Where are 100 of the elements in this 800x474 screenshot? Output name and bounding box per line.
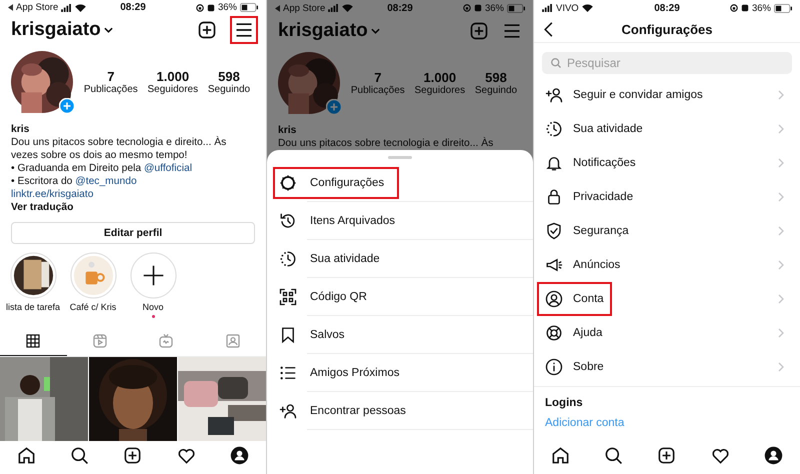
stat-value[interactable]: 1.000: [424, 70, 456, 85]
bio-text: Dou uns pitacos sobre tecnologia e direito... Às: [278, 137, 494, 150]
new-dot: [152, 315, 154, 318]
chevron-right-icon: [778, 158, 784, 168]
wifi-icon: [582, 4, 593, 12]
battery-percent: 36%: [218, 2, 237, 14]
reels-icon: [92, 332, 108, 349]
tagged-icon: [224, 332, 241, 349]
menu-button[interactable]: [230, 16, 258, 44]
back-icon[interactable]: [544, 22, 553, 36]
menu-item[interactable]: Amigos Próximos: [267, 354, 533, 392]
settings-item-label: Notificações: [573, 157, 636, 169]
add-person-icon: [279, 402, 297, 420]
settings-item[interactable]: Seguir e convidar amigos: [534, 78, 800, 112]
signal-icon: [542, 4, 553, 12]
info-icon: [545, 358, 563, 376]
stat-label[interactable]: Seguindo: [474, 85, 518, 96]
bio-text: Dou uns pitacos sobre tecnologia e direito... Às vezes sobre os dois ao mesmo tempo!: [11, 136, 228, 162]
home-icon[interactable]: [17, 446, 36, 465]
menu-item-label: Salvos: [310, 329, 345, 341]
chevron-down-icon[interactable]: [104, 27, 113, 34]
add-story-badge[interactable]: [59, 98, 75, 114]
stat-label[interactable]: Seguidores: [148, 84, 198, 95]
menu-item-label: Configurações: [310, 177, 384, 189]
bio-text: • Graduanda em Direito pela @uffoficial: [11, 162, 194, 175]
chevron-right-icon: [778, 260, 784, 270]
menu-item[interactable]: Salvos: [267, 316, 533, 354]
mention-link[interactable]: @tec_mundo: [75, 176, 137, 187]
add-person-icon: [545, 86, 563, 104]
settings-item-label: Sobre: [573, 361, 604, 373]
history-icon: [279, 212, 297, 230]
stat-label[interactable]: Seguidores: [414, 85, 466, 96]
person-circle-icon: [545, 290, 563, 308]
menu-item-label: Encontrar pessoas: [310, 405, 406, 417]
search-field[interactable]: Pesquisar: [542, 52, 792, 74]
carrier-name: VIVO: [556, 2, 579, 14]
menu-item[interactable]: Código QR: [267, 278, 533, 316]
stat-label[interactable]: Seguindo: [208, 84, 250, 95]
rotation-lock-icon: [730, 4, 738, 12]
settings-item[interactable]: Conta: [534, 282, 800, 316]
back-app-label[interactable]: App Store: [283, 2, 326, 14]
menu-item[interactable]: Sua atividade: [267, 240, 533, 278]
qr-code-icon: [279, 288, 297, 306]
search-icon[interactable]: [604, 446, 624, 464]
bio-link[interactable]: linktr.ee/krisgaiato: [11, 188, 94, 200]
mention-link[interactable]: @uffoficial: [144, 162, 192, 174]
shield-icon: [545, 222, 563, 240]
status-time: 08:29: [387, 2, 413, 14]
gear-icon: [279, 174, 297, 192]
bookmark-icon: [279, 326, 297, 344]
highlight-label[interactable]: Café c/ Kris: [70, 302, 116, 312]
menu-item[interactable]: Encontrar pessoas: [267, 392, 533, 430]
settings-item-label: Seguir e convidar amigos: [573, 89, 703, 101]
new-highlight-button[interactable]: [130, 252, 176, 300]
stat-label[interactable]: Publicações: [350, 85, 405, 96]
stat-label[interactable]: Publicações: [84, 84, 138, 95]
chevron-right-icon: [778, 294, 784, 304]
search-icon[interactable]: [70, 446, 90, 465]
new-post-icon[interactable]: [657, 446, 676, 464]
chevron-right-icon: [778, 328, 784, 338]
username[interactable]: krisgaiato: [11, 19, 101, 42]
settings-item[interactable]: Ajuda: [534, 316, 800, 350]
translate-link[interactable]: Ver tradução: [11, 200, 255, 214]
back-app-label[interactable]: App Store: [16, 2, 58, 14]
stat-value[interactable]: 7: [374, 70, 382, 85]
highlight-label[interactable]: Novo: [142, 302, 164, 312]
chevron-right-icon: [778, 192, 784, 202]
settings-item[interactable]: Sobre: [534, 350, 800, 384]
stat-value[interactable]: 7: [107, 68, 114, 84]
settings-item[interactable]: Notificações: [534, 146, 800, 180]
menu-item[interactable]: Itens Arquivados: [267, 202, 533, 240]
settings-item[interactable]: Privacidade: [534, 180, 800, 214]
screen-title: Configurações: [621, 22, 712, 36]
new-post-icon[interactable]: [197, 20, 217, 40]
clock-icon: [279, 250, 297, 268]
stat-value[interactable]: 598: [485, 70, 507, 85]
highlight-label[interactable]: lista de tarefa: [6, 302, 60, 312]
section-heading: Logins: [544, 396, 584, 409]
settings-item-label: Conta: [573, 293, 604, 305]
home-icon[interactable]: [551, 446, 570, 464]
wifi-icon: [342, 4, 354, 12]
battery-icon: [774, 4, 792, 12]
search-icon: [550, 57, 562, 69]
stat-value[interactable]: 1.000: [156, 68, 190, 84]
status-time: 08:29: [654, 2, 680, 14]
profile-icon[interactable]: [764, 446, 783, 464]
wifi-icon: [75, 4, 86, 12]
sheet-handle[interactable]: [388, 156, 412, 159]
settings-item-label: Segurança: [573, 225, 629, 237]
chevron-right-icon: [778, 226, 784, 236]
profile-icon[interactable]: [230, 446, 249, 465]
settings-item[interactable]: Sua atividade: [534, 112, 800, 146]
stat-value[interactable]: 598: [218, 68, 240, 84]
menu-item[interactable]: Configurações: [267, 164, 533, 202]
edit-profile-button[interactable]: Editar perfil: [11, 222, 255, 244]
settings-item[interactable]: Segurança: [534, 214, 800, 248]
username[interactable]: krisgaiato: [278, 20, 368, 42]
new-post-icon[interactable]: [123, 446, 142, 465]
settings-item[interactable]: Anúncios: [534, 248, 800, 282]
back-arrow-icon[interactable]: [8, 4, 13, 12]
